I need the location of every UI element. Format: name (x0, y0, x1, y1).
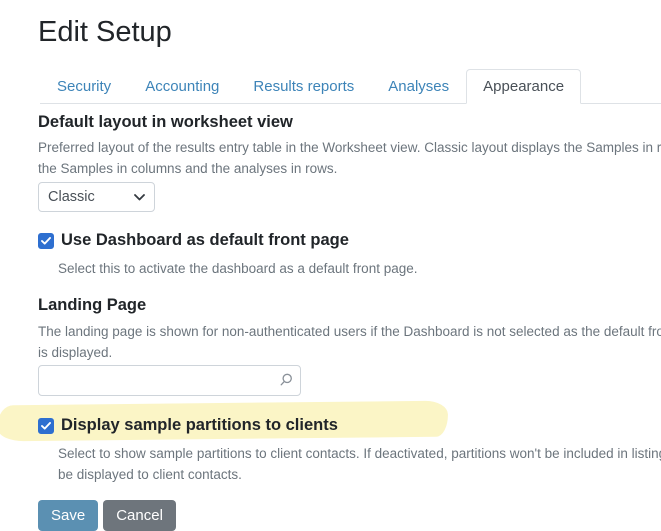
worksheet-layout-select[interactable]: Classic (38, 182, 155, 212)
worksheet-layout-description-line1: Preferred layout of the results entry ta… (38, 137, 661, 158)
section-dashboard-default: Use Dashboard as default front page Sele… (38, 231, 661, 279)
dashboard-default-label[interactable]: Use Dashboard as default front page (61, 231, 349, 250)
tab-security[interactable]: Security (40, 69, 128, 104)
section-worksheet-layout: Default layout in worksheet view Preferr… (38, 113, 661, 212)
setup-tab-bar: Security Accounting Results reports Anal… (40, 69, 661, 104)
sample-partitions-description-line2: be displayed to client contacts. (58, 464, 661, 485)
dashboard-default-description: Select this to activate the dashboard as… (58, 258, 661, 279)
dashboard-default-checkbox[interactable] (38, 233, 54, 249)
tab-results-reports[interactable]: Results reports (236, 69, 371, 104)
landing-page-heading: Landing Page (38, 296, 661, 315)
section-landing-page: Landing Page The landing page is shown f… (38, 296, 661, 396)
check-icon (41, 422, 51, 430)
edit-setup-page: Edit Setup Security Accounting Results r… (0, 0, 661, 531)
dashboard-default-row: Use Dashboard as default front page (38, 231, 661, 250)
landing-page-description-line1: The landing page is shown for non-authen… (38, 321, 661, 342)
tab-accounting[interactable]: Accounting (128, 69, 236, 104)
worksheet-layout-select-value: Classic (48, 189, 95, 205)
sample-partitions-label[interactable]: Display sample partitions to clients (61, 416, 338, 435)
form-actions: Save Cancel (38, 500, 661, 531)
page-title: Edit Setup (38, 16, 661, 49)
worksheet-layout-description-line2: the Samples in columns and the analyses … (38, 158, 661, 179)
tab-analyses[interactable]: Analyses (371, 69, 466, 104)
tab-appearance[interactable]: Appearance (466, 69, 581, 104)
sample-partitions-row: Display sample partitions to clients (38, 416, 661, 435)
section-sample-partitions: Display sample partitions to clients Sel… (38, 416, 661, 485)
landing-page-search-input[interactable] (38, 365, 301, 396)
landing-page-description-line2: is displayed. (38, 342, 661, 363)
cancel-button[interactable]: Cancel (103, 500, 176, 531)
landing-page-search-wrap (38, 365, 301, 396)
check-icon (41, 237, 51, 245)
save-button[interactable]: Save (38, 500, 98, 531)
worksheet-layout-heading: Default layout in worksheet view (38, 113, 661, 132)
search-icon (278, 372, 294, 393)
sample-partitions-description-line1: Select to show sample partitions to clie… (58, 443, 661, 464)
sample-partitions-checkbox[interactable] (38, 418, 54, 434)
chevron-down-icon (134, 194, 145, 201)
